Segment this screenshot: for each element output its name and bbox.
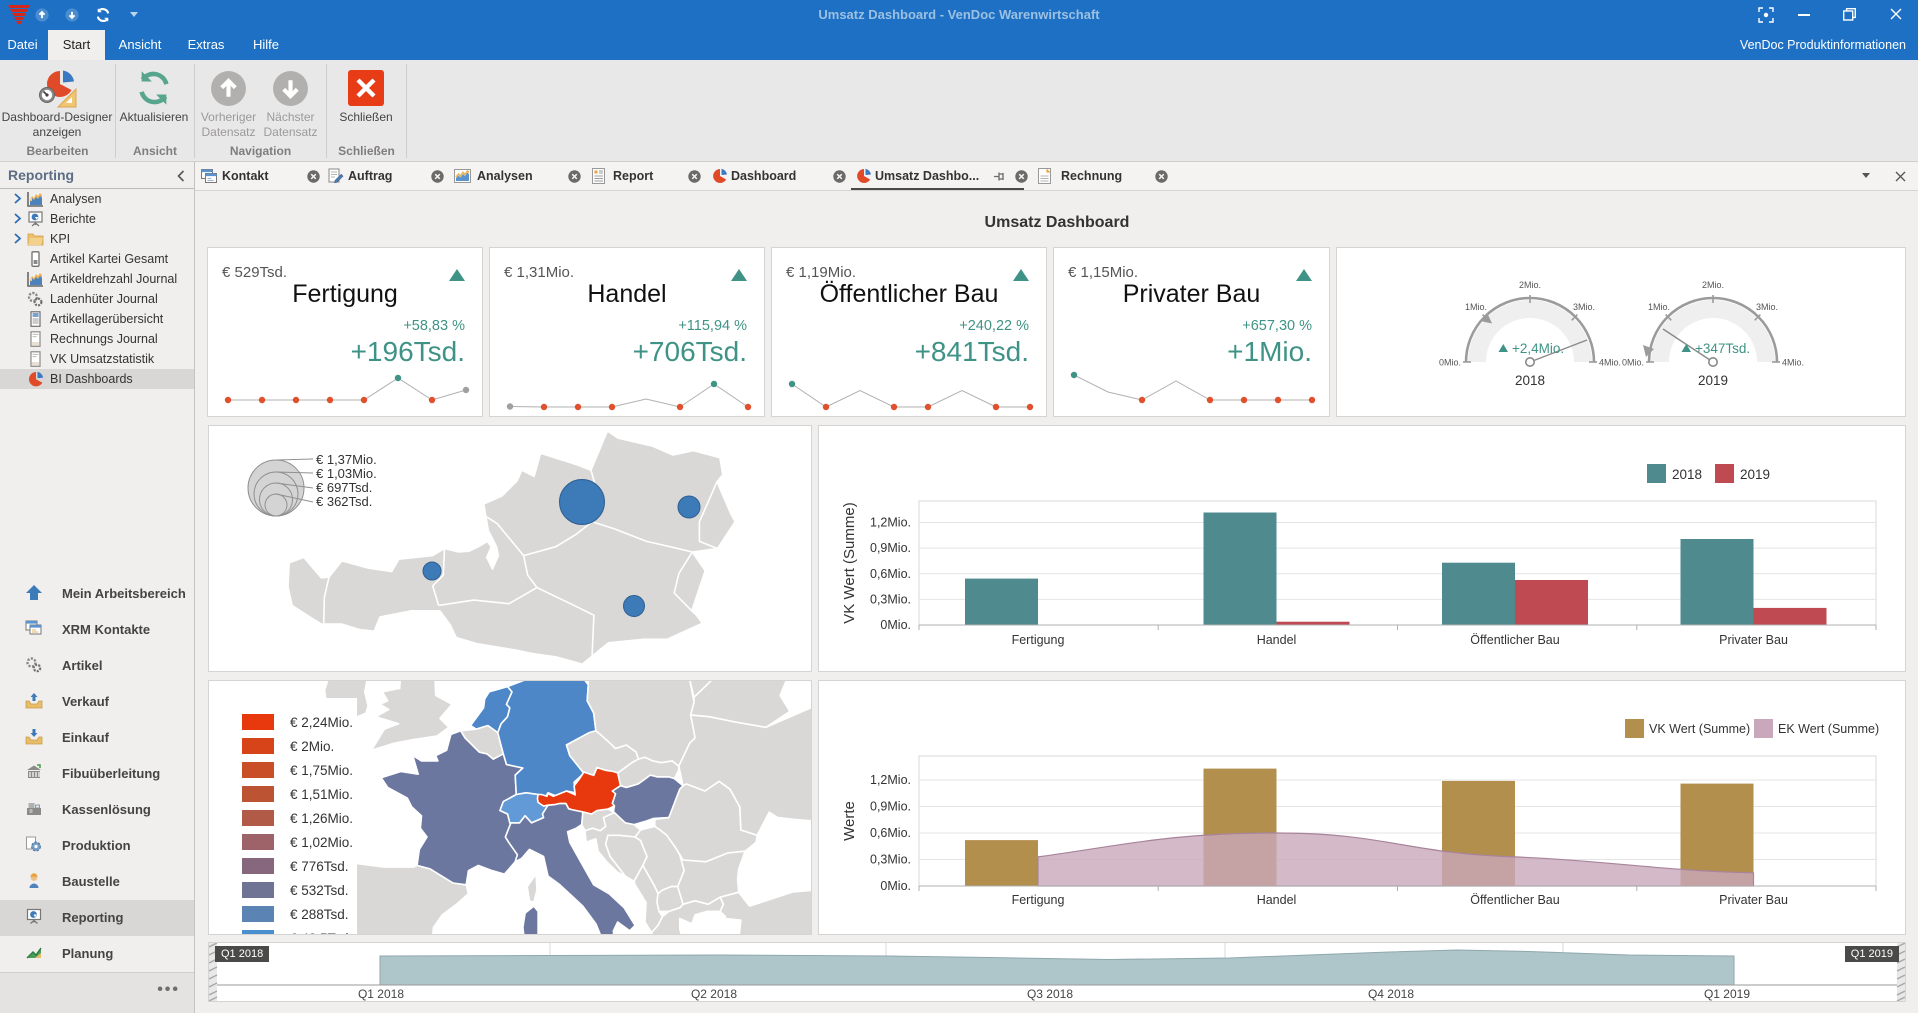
svg-text:1,2Mio.: 1,2Mio. xyxy=(870,516,911,530)
svg-text:0Mio.: 0Mio. xyxy=(1439,358,1461,368)
svg-text:2018: 2018 xyxy=(1672,467,1702,482)
svg-text:Werte: Werte xyxy=(841,801,858,841)
svg-text:Fertigung: Fertigung xyxy=(1012,633,1065,647)
svg-text:0Mio.: 0Mio. xyxy=(880,879,911,893)
svg-text:Privater Bau: Privater Bau xyxy=(1719,893,1788,907)
svg-text:+2,4Mio.: +2,4Mio. xyxy=(1512,341,1564,356)
svg-text:VK Wert (Summe): VK Wert (Summe) xyxy=(841,502,858,623)
svg-text:2Mio.: 2Mio. xyxy=(1519,280,1541,290)
svg-text:1Mio.: 1Mio. xyxy=(1465,302,1487,312)
svg-text:Q4 2018: Q4 2018 xyxy=(1368,987,1414,1001)
svg-text:4Mio.: 4Mio. xyxy=(1782,358,1804,368)
svg-text:0,3Mio.: 0,3Mio. xyxy=(870,853,911,867)
svg-text:Q3 2018: Q3 2018 xyxy=(1027,987,1073,1001)
svg-text:EK Wert (Summe): EK Wert (Summe) xyxy=(1778,722,1879,736)
svg-text:€ 43,5Tsd.: € 43,5Tsd. xyxy=(290,931,352,934)
svg-text:3Mio.: 3Mio. xyxy=(1573,302,1595,312)
svg-text:4Mio.: 4Mio. xyxy=(1599,358,1621,368)
svg-text:Q1 2018: Q1 2018 xyxy=(358,987,404,1001)
svg-text:€ 1,37Mio.: € 1,37Mio. xyxy=(316,452,377,467)
svg-text:VK Wert (Summe): VK Wert (Summe) xyxy=(1649,722,1750,736)
svg-text:0,6Mio.: 0,6Mio. xyxy=(870,826,911,840)
svg-text:Privater Bau: Privater Bau xyxy=(1719,633,1788,647)
svg-text:Öffentlicher Bau: Öffentlicher Bau xyxy=(1470,633,1559,647)
svg-text:€ 1,02Mio.: € 1,02Mio. xyxy=(290,835,353,850)
svg-text:Q2 2018: Q2 2018 xyxy=(691,987,737,1001)
svg-text:+347Tsd.: +347Tsd. xyxy=(1695,341,1750,356)
svg-text:0Mio.: 0Mio. xyxy=(1622,358,1644,368)
svg-text:€ 288Tsd.: € 288Tsd. xyxy=(290,907,349,922)
svg-text:€ 2,24Mio.: € 2,24Mio. xyxy=(290,715,353,730)
svg-text:Fertigung: Fertigung xyxy=(1012,893,1065,907)
svg-text:0,9Mio.: 0,9Mio. xyxy=(870,541,911,555)
svg-text:€ 362Tsd.: € 362Tsd. xyxy=(316,494,372,509)
svg-text:0,3Mio.: 0,3Mio. xyxy=(870,592,911,606)
svg-text:3Mio.: 3Mio. xyxy=(1756,302,1778,312)
svg-text:€ 1,51Mio.: € 1,51Mio. xyxy=(290,787,353,802)
svg-text:Handel: Handel xyxy=(1257,893,1297,907)
svg-text:0,9Mio.: 0,9Mio. xyxy=(870,800,911,814)
svg-text:Handel: Handel xyxy=(1257,633,1297,647)
svg-text:0,6Mio.: 0,6Mio. xyxy=(870,567,911,581)
svg-text:2018: 2018 xyxy=(1515,373,1545,388)
svg-text:€ 697Tsd.: € 697Tsd. xyxy=(316,480,372,495)
svg-text:0Mio.: 0Mio. xyxy=(880,618,911,632)
svg-text:1,2Mio.: 1,2Mio. xyxy=(870,773,911,787)
svg-text:€ 1,75Mio.: € 1,75Mio. xyxy=(290,763,353,778)
svg-text:€ 776Tsd.: € 776Tsd. xyxy=(290,859,349,874)
svg-text:Q1 2019: Q1 2019 xyxy=(1704,987,1750,1001)
svg-text:€ 2Mio.: € 2Mio. xyxy=(290,739,334,754)
svg-text:€ 1,26Mio.: € 1,26Mio. xyxy=(290,811,353,826)
svg-text:2Mio.: 2Mio. xyxy=(1702,280,1724,290)
svg-text:2019: 2019 xyxy=(1698,373,1728,388)
svg-text:€ 532Tsd.: € 532Tsd. xyxy=(290,883,349,898)
svg-text:2019: 2019 xyxy=(1740,467,1770,482)
svg-text:€ 1,03Mio.: € 1,03Mio. xyxy=(316,466,377,481)
svg-text:Öffentlicher Bau: Öffentlicher Bau xyxy=(1470,893,1559,907)
svg-text:1Mio.: 1Mio. xyxy=(1648,302,1670,312)
